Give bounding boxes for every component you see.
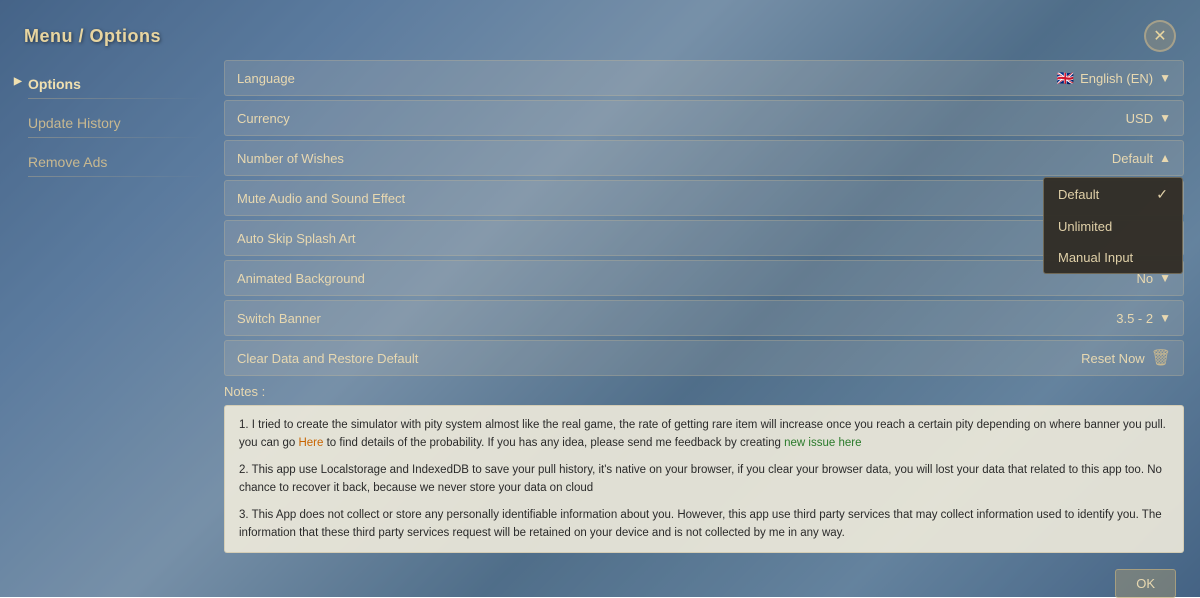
setting-row-animated-bg: Animated Background No ▼ — [224, 260, 1184, 296]
notes-section: Notes : 1. I tried to create the simulat… — [224, 384, 1184, 553]
check-icon: ✓ — [1156, 186, 1168, 203]
language-value: English (EN) — [1080, 71, 1153, 86]
setting-row-mute-audio: Mute Audio and Sound Effect — [224, 180, 1184, 216]
wishes-dropdown-menu: Default ✓ Unlimited Manual Input — [1043, 177, 1183, 274]
notes-title: Notes : — [224, 384, 1184, 399]
language-dropdown-arrow: ▼ — [1159, 71, 1171, 85]
setting-label-switch-banner: Switch Banner — [237, 311, 1011, 326]
setting-label-mute: Mute Audio and Sound Effect — [237, 191, 1011, 206]
notes-link-here[interactable]: Here — [298, 437, 323, 449]
switch-banner-value: 3.5 - 2 — [1116, 311, 1153, 326]
setting-label-animated-bg: Animated Background — [237, 271, 1011, 286]
setting-value-wishes[interactable]: Default ▲ — [1011, 151, 1171, 166]
setting-value-clear-data[interactable]: Reset Now 🗑 — [1011, 348, 1171, 368]
sidebar-item-remove-ads[interactable]: Remove Ads — [16, 146, 216, 185]
dropdown-item-unlimited[interactable]: Unlimited — [1044, 211, 1182, 242]
setting-row-clear-data: Clear Data and Restore Default Reset Now… — [224, 340, 1184, 376]
currency-dropdown-arrow: ▼ — [1159, 111, 1171, 125]
content-area: Options Update History Remove Ads Langua… — [0, 60, 1200, 569]
reset-now-text: Reset Now — [1081, 351, 1145, 366]
close-button[interactable]: ✕ — [1144, 20, 1176, 52]
sidebar-item-options[interactable]: Options — [16, 68, 216, 107]
setting-row-language: Language 🇬🇧 English (EN) ▼ — [224, 60, 1184, 96]
switch-banner-arrow: ▼ — [1159, 311, 1171, 325]
notes-item-1: 1. I tried to create the simulator with … — [239, 416, 1169, 453]
setting-label-currency: Currency — [237, 111, 1011, 126]
sidebar-item-update-history[interactable]: Update History — [16, 107, 216, 146]
currency-value: USD — [1126, 111, 1153, 126]
main-container: Menu / Options ✕ Options Update History … — [0, 0, 1200, 597]
setting-value-currency[interactable]: USD ▼ — [1011, 111, 1171, 126]
flag-icon: 🇬🇧 — [1057, 70, 1074, 87]
setting-row-auto-skip: Auto Skip Splash Art — [224, 220, 1184, 256]
notes-link-new-issue[interactable]: new issue here — [784, 437, 861, 449]
settings-panel: Language 🇬🇧 English (EN) ▼ Currency USD … — [224, 60, 1184, 553]
wishes-value: Default — [1112, 151, 1153, 166]
notes-item-2: 2. This app use Localstorage and Indexed… — [239, 461, 1169, 498]
setting-row-switch-banner: Switch Banner 3.5 - 2 ▼ — [224, 300, 1184, 336]
setting-row-number-of-wishes: Number of Wishes Default ▲ Default ✓ Unl… — [224, 140, 1184, 176]
title-bar: Menu / Options ✕ — [0, 0, 1200, 60]
setting-label-clear-data: Clear Data and Restore Default — [237, 351, 1011, 366]
wishes-dropdown-arrow: ▲ — [1159, 151, 1171, 165]
dropdown-item-default[interactable]: Default ✓ — [1044, 178, 1182, 211]
trash-icon: 🗑 — [1151, 348, 1171, 368]
setting-label-wishes: Number of Wishes — [237, 151, 1011, 166]
setting-value-language[interactable]: 🇬🇧 English (EN) ▼ — [1011, 70, 1171, 87]
setting-row-currency: Currency USD ▼ — [224, 100, 1184, 136]
dropdown-item-manual-input[interactable]: Manual Input — [1044, 242, 1182, 273]
sidebar: Options Update History Remove Ads — [16, 60, 216, 553]
notes-box: 1. I tried to create the simulator with … — [224, 405, 1184, 553]
confirm-button[interactable]: OK — [1115, 569, 1176, 598]
notes-item-3: 3. This App does not collect or store an… — [239, 506, 1169, 543]
setting-label-language: Language — [237, 71, 1011, 86]
setting-value-switch-banner[interactable]: 3.5 - 2 ▼ — [1011, 311, 1171, 326]
page-title: Menu / Options — [24, 26, 161, 47]
setting-label-auto-skip: Auto Skip Splash Art — [237, 231, 1011, 246]
bottom-bar: OK — [0, 569, 1200, 598]
